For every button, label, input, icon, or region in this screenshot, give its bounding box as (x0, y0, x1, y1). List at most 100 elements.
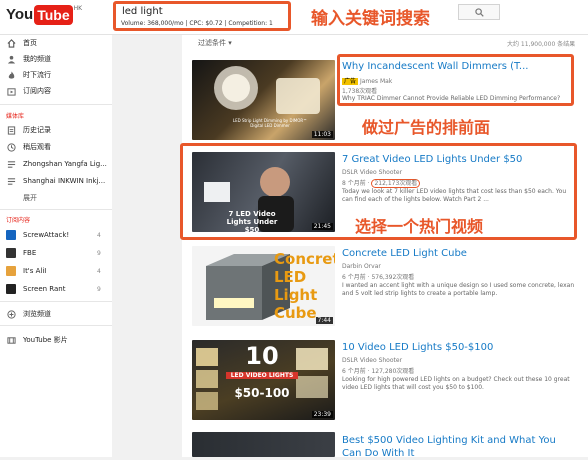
search-input[interactable]: led light Volume: 368,000/mo | CPC: $0.7… (113, 1, 291, 31)
filter-label: 过滤条件 (198, 39, 226, 47)
new-count-badge: 4 (97, 231, 101, 239)
sidebar-item-label: 浏览频道 (23, 310, 51, 318)
sidebar-sub-screwattack[interactable]: ScrewAttack! 4 (6, 230, 101, 240)
video-description: Today we look at 7 killer LED video ligh… (342, 188, 567, 203)
youtube-logo[interactable]: You Tube HK (6, 5, 82, 25)
video-meta: 6 个月前 · 576,392次观看 (342, 274, 415, 281)
channel-name[interactable]: James Mak (360, 78, 392, 85)
sidebar-item-playlist-shanghai[interactable]: Shanghai INKWIN Inkj... (6, 176, 105, 186)
sidebar-divider (0, 325, 112, 326)
sidebar-item-label: Zhongshan Yangfa Lig... (23, 160, 107, 168)
search-button[interactable] (458, 4, 500, 20)
video-views: 1,738次观看 (342, 88, 378, 95)
sidebar-item-label: 我的频道 (23, 55, 51, 63)
video-title[interactable]: 7 Great Video LED Lights Under $50 (342, 154, 522, 165)
channel-avatar (6, 248, 16, 258)
video-age: 6 个月前 (342, 368, 366, 375)
channel-avatar (6, 266, 16, 276)
subscriptions-section-title: 订阅内容 (6, 217, 31, 224)
thumbnail-caption-number: 10 (245, 342, 279, 370)
video-title[interactable]: 10 Video LED Lights $50-$100 (342, 342, 493, 353)
video-thumbnail[interactable]: Concrete LED Light Cube 7:44 (192, 246, 335, 326)
search-query[interactable]: led light (122, 6, 163, 17)
playlist-icon (6, 176, 16, 186)
clock-icon (6, 142, 16, 152)
sidebar-item-label: Shanghai INKWIN Inkj... (23, 177, 106, 185)
annotation-search: 输入关键词搜索 (311, 9, 430, 29)
sidebar-item-watch-later[interactable]: 稍后观看 (6, 142, 51, 152)
video-thumbnail[interactable]: 7 LED Video Lights Under $50 21:45 (192, 152, 335, 232)
sidebar-item-youtube-movies[interactable]: YouTube 影片 (6, 335, 68, 345)
video-views: 127,280次观看 (371, 368, 415, 375)
history-icon (6, 125, 16, 135)
result-count: 大约 11,900,000 条结果 (507, 41, 576, 48)
video-duration: 21:45 (311, 223, 333, 230)
sidebar (0, 35, 112, 457)
sidebar-divider (0, 209, 112, 210)
annotation-ad: 做过广告的排前面 (362, 118, 491, 137)
sidebar-item-subscriptions[interactable]: 订阅内容 (6, 86, 51, 96)
plus-circle-icon (6, 309, 16, 319)
sidebar-item-label: 首页 (23, 39, 37, 47)
video-duration: 7:44 (315, 317, 333, 324)
video-meta: 6 个月前 · 127,280次观看 (342, 368, 415, 375)
sidebar-item-label: FBE (23, 249, 37, 257)
new-count-badge: 4 (97, 267, 101, 275)
sidebar-item-home[interactable]: 首页 (6, 38, 37, 48)
sidebar-item-my-channel[interactable]: 我的频道 (6, 54, 51, 64)
video-age: 8 个月前 (342, 180, 366, 187)
channel-name[interactable]: DSLR Video Shooter (342, 357, 402, 364)
video-description: I wanted an accent light with a unique d… (342, 282, 575, 297)
video-thumbnail[interactable] (192, 432, 335, 457)
new-count-badge: 9 (97, 249, 101, 257)
sidebar-divider (0, 301, 112, 302)
sidebar-sub-fbe[interactable]: FBE 9 (6, 248, 101, 258)
logo-you: You (6, 6, 34, 23)
thumbnail-caption: Concrete LED Light Cube (274, 250, 335, 322)
channel-name[interactable]: DSLR Video Shooter (342, 169, 402, 176)
video-meta: 8 个月前 · 212,173次观看 (342, 178, 421, 188)
video-duration: 11:03 (311, 131, 333, 138)
sidebar-item-playlist-zhongshan[interactable]: Zhongshan Yangfa Lig... (6, 159, 107, 169)
thumbnail-art (214, 66, 320, 114)
sidebar-divider (0, 104, 112, 105)
video-duration: 23:39 (311, 411, 333, 418)
thumbnail-caption: LED Strip Light Dimming by DIMOR™ Digita… (232, 118, 308, 128)
sidebar-item-trending[interactable]: 时下流行 (6, 70, 51, 80)
thumbnail-price: $50-100 (234, 386, 290, 400)
channel-avatar (6, 284, 16, 294)
video-views: 576,392次观看 (371, 274, 415, 281)
video-views: 212,173次观看 (371, 179, 421, 188)
video-title[interactable]: Concrete LED Light Cube (342, 248, 467, 259)
video-age: 6 个月前 (342, 274, 366, 281)
film-icon (6, 335, 16, 345)
video-title[interactable]: Why Incandescent Wall Dimmers (T... (342, 61, 528, 72)
thumbnail-caption: LED VIDEO LIGHTS (226, 372, 298, 379)
logo-tube: Tube (34, 5, 73, 25)
filter-button[interactable]: 过滤条件 ▾ (198, 38, 232, 48)
search-icon (474, 7, 484, 17)
video-thumbnail[interactable]: LED Strip Light Dimming by DIMOR™ Digita… (192, 60, 335, 140)
sidebar-item-label: 时下流行 (23, 71, 51, 79)
video-meta: 广告 James Mak (342, 76, 392, 85)
video-description: Why TRIAC Dimmer Cannot Provide Reliable… (342, 95, 561, 102)
sidebar-sub-itsalii[interactable]: It's AliI 4 (6, 266, 101, 276)
chevron-down-icon: ▾ (228, 39, 232, 47)
channel-avatar (6, 230, 16, 240)
logo-region: HK (73, 5, 83, 12)
video-title[interactable]: Best $500 Video Lighting Kit and What Yo… (342, 434, 578, 460)
video-description: Looking for high powered LED lights on a… (342, 376, 570, 391)
keyword-metrics: Volume: 368,000/mo | CPC: $0.72 | Compet… (121, 20, 273, 27)
sidebar-item-browse-channels[interactable]: 浏览频道 (6, 309, 51, 319)
video-thumbnail[interactable]: 10 LED VIDEO LIGHTS $50-100 23:39 (192, 340, 335, 420)
thumbnail-caption: 7 LED Video Lights Under $50 (226, 210, 278, 232)
channel-name[interactable]: Darbin Orvar (342, 263, 381, 270)
sidebar-item-history[interactable]: 历史记录 (6, 125, 51, 135)
subscriptions-icon (6, 86, 16, 96)
sidebar-show-more[interactable]: 展开 (23, 193, 37, 203)
sidebar-item-label: It's AliI (23, 267, 47, 275)
sidebar-item-label: Screen Rant (23, 285, 66, 293)
sidebar-item-label: 稍后观看 (23, 143, 51, 151)
library-section-title: 媒体库 (6, 113, 25, 120)
sidebar-sub-screenrant[interactable]: Screen Rant 9 (6, 284, 101, 294)
